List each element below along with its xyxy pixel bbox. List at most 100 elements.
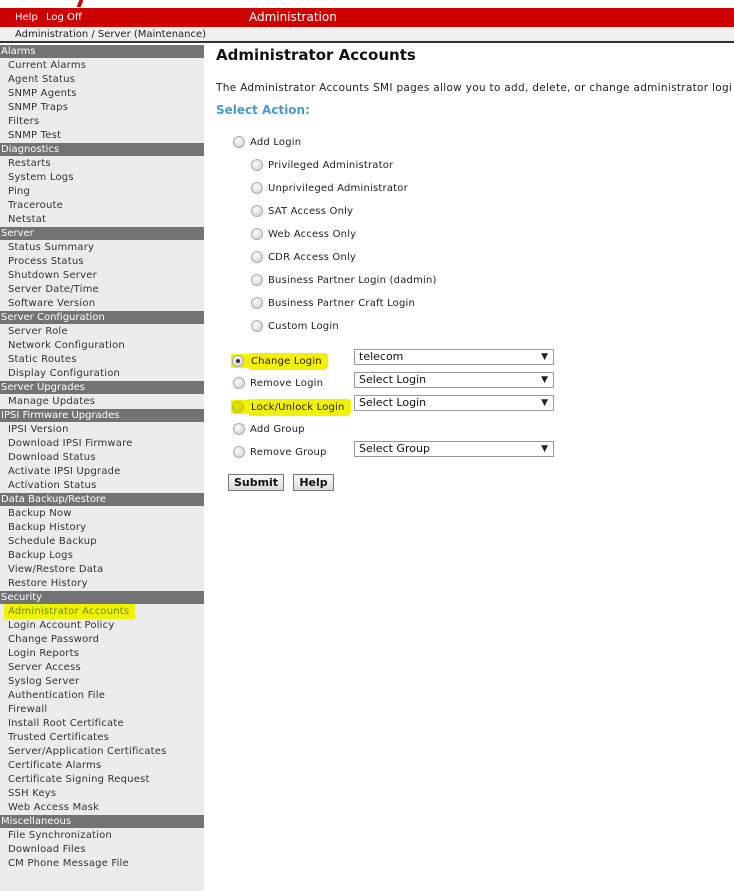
sidebar-item-label: Login Reports — [8, 648, 80, 659]
top-bar: Help Log Off Administration — [0, 8, 734, 27]
sidebar-item-snmp-traps[interactable]: SNMP Traps — [0, 101, 204, 115]
sidebar-item-ssh-keys[interactable]: SSH Keys — [0, 787, 204, 801]
sidebar-item-label: Download Files — [8, 844, 86, 855]
sidebar-item-traceroute[interactable]: Traceroute — [0, 199, 204, 213]
sidebar-item-restore-history[interactable]: Restore History — [0, 577, 204, 591]
sidebar-item-display-configuration[interactable]: Display Configuration — [0, 367, 204, 381]
sidebar-item-label: System Logs — [8, 172, 74, 183]
sidebar-item-label: Server Role — [8, 326, 68, 337]
sidebar-item-download-ipsi-firmware[interactable]: Download IPSI Firmware — [0, 437, 204, 451]
suboption-radio[interactable] — [251, 320, 263, 332]
sidebar-item-ping[interactable]: Ping — [0, 185, 204, 199]
action-radio[interactable] — [233, 446, 245, 458]
help-link[interactable]: Help — [15, 12, 38, 23]
sidebar-item-activate-ipsi-upgrade[interactable]: Activate IPSI Upgrade — [0, 465, 204, 479]
sidebar-item-system-logs[interactable]: System Logs — [0, 171, 204, 185]
suboption-radio[interactable] — [251, 274, 263, 286]
action-option-add-group[interactable]: Add Group — [233, 423, 305, 435]
sidebar-item-snmp-test[interactable]: SNMP Test — [0, 129, 204, 143]
add-login-suboption[interactable]: Unprivileged Administrator — [251, 182, 408, 194]
sidebar-item-restarts[interactable]: Restarts — [0, 157, 204, 171]
sidebar-item-backup-now[interactable]: Backup Now — [0, 507, 204, 521]
sidebar-item-syslog-server[interactable]: Syslog Server — [0, 675, 204, 689]
action-option-change-login[interactable]: Change Login — [231, 352, 328, 370]
sidebar-item-network-configuration[interactable]: Network Configuration — [0, 339, 204, 353]
sidebar-item-certificate-alarms[interactable]: Certificate Alarms — [0, 759, 204, 773]
suboption-radio[interactable] — [251, 182, 263, 194]
action-dropdown[interactable]: Select Login ▼ — [354, 372, 554, 388]
sidebar-item-label: Activation Status — [8, 480, 97, 491]
submit-button[interactable]: Submit — [228, 474, 284, 491]
sidebar-item-authentication-file[interactable]: Authentication File — [0, 689, 204, 703]
add-login-suboption[interactable]: Business Partner Craft Login — [251, 297, 415, 309]
add-login-suboption[interactable]: SAT Access Only — [251, 205, 353, 217]
sidebar-item-agent-status[interactable]: Agent Status — [0, 73, 204, 87]
action-radio[interactable] — [232, 355, 244, 367]
action-option-remove-group[interactable]: Remove Group — [233, 446, 327, 458]
sidebar-item-process-status[interactable]: Process Status — [0, 255, 204, 269]
suboption-radio[interactable] — [251, 159, 263, 171]
action-dropdown[interactable]: Select Group ▼ — [354, 441, 554, 457]
sidebar-item-login-account-policy[interactable]: Login Account Policy — [0, 619, 204, 633]
dropdown-value: Select Group — [359, 442, 430, 455]
sidebar-section-header: Alarms — [0, 45, 204, 58]
sidebar-item-manage-updates[interactable]: Manage Updates — [0, 395, 204, 409]
action-option-lock-unlock-login[interactable]: Lock/Unlock Login — [231, 398, 351, 416]
sidebar-item-view-restore-data[interactable]: View/Restore Data — [0, 563, 204, 577]
add-login-suboption[interactable]: Business Partner Login (dadmin) — [251, 274, 437, 286]
sidebar-item-snmp-agents[interactable]: SNMP Agents — [0, 87, 204, 101]
action-label: Remove Group — [250, 446, 327, 458]
add-login-suboption[interactable]: Custom Login — [251, 320, 339, 332]
sidebar: Alarms Current Alarms Agent Status SNMP Age… — [0, 45, 204, 891]
sidebar-item-server-application-certificates[interactable]: Server/Application Certificates — [0, 745, 204, 759]
sidebar-item-shutdown-server[interactable]: Shutdown Server — [0, 269, 204, 283]
sidebar-item-server-access[interactable]: Server Access — [0, 661, 204, 675]
suboption-radio[interactable] — [251, 205, 263, 217]
add-login-suboption[interactable]: CDR Access Only — [251, 251, 356, 263]
sidebar-item-server-date-time[interactable]: Server Date/Time — [0, 283, 204, 297]
sidebar-item-activation-status[interactable]: Activation Status — [0, 479, 204, 493]
help-button[interactable]: Help — [293, 474, 334, 491]
add-login-option[interactable]: Add Login — [233, 136, 301, 148]
sidebar-item-static-routes[interactable]: Static Routes — [0, 353, 204, 367]
sidebar-item-status-summary[interactable]: Status Summary — [0, 241, 204, 255]
action-dropdown[interactable]: telecom ▼ — [354, 349, 554, 365]
sidebar-item-filters[interactable]: Filters — [0, 115, 204, 129]
sidebar-item-trusted-certificates[interactable]: Trusted Certificates — [0, 731, 204, 745]
sidebar-item-label: SNMP Traps — [8, 102, 69, 113]
sidebar-item-schedule-backup[interactable]: Schedule Backup — [0, 535, 204, 549]
action-label: Add Group — [250, 423, 305, 435]
sidebar-item-certificate-signing-request[interactable]: Certificate Signing Request — [0, 773, 204, 787]
add-login-radio[interactable] — [233, 136, 245, 148]
suboption-radio[interactable] — [251, 297, 263, 309]
sidebar-item-download-status[interactable]: Download Status — [0, 451, 204, 465]
action-dropdown[interactable]: Select Login ▼ — [354, 395, 554, 411]
sidebar-item-backup-logs[interactable]: Backup Logs — [0, 549, 204, 563]
sidebar-item-backup-history[interactable]: Backup History — [0, 521, 204, 535]
action-radio[interactable] — [233, 377, 245, 389]
sidebar-item-netstat[interactable]: Netstat — [0, 213, 204, 227]
sidebar-item-cm-phone-message-file[interactable]: CM Phone Message File — [0, 857, 204, 871]
select-action-label: Select Action: — [216, 103, 310, 117]
suboption-radio[interactable] — [251, 251, 263, 263]
sidebar-item-server-role[interactable]: Server Role — [0, 325, 204, 339]
sidebar-item-install-root-certificate[interactable]: Install Root Certificate — [0, 717, 204, 731]
sidebar-item-administrator-accounts[interactable]: Administrator Accounts — [0, 604, 204, 619]
sidebar-item-label: SSH Keys — [8, 788, 57, 799]
log-off-link[interactable]: Log Off — [46, 12, 82, 23]
action-radio[interactable] — [232, 401, 244, 413]
sidebar-item-file-synchronization[interactable]: File Synchronization — [0, 829, 204, 843]
sidebar-item-change-password[interactable]: Change Password — [0, 633, 204, 647]
sidebar-item-login-reports[interactable]: Login Reports — [0, 647, 204, 661]
sidebar-item-current-alarms[interactable]: Current Alarms — [0, 59, 204, 73]
add-login-suboption[interactable]: Privileged Administrator — [251, 159, 393, 171]
sidebar-item-web-access-mask[interactable]: Web Access Mask — [0, 801, 204, 815]
add-login-suboption[interactable]: Web Access Only — [251, 228, 356, 240]
sidebar-item-ipsi-version[interactable]: IPSI Version — [0, 423, 204, 437]
action-radio[interactable] — [233, 423, 245, 435]
sidebar-item-download-files[interactable]: Download Files — [0, 843, 204, 857]
sidebar-item-firewall[interactable]: Firewall — [0, 703, 204, 717]
suboption-radio[interactable] — [251, 228, 263, 240]
sidebar-item-software-version[interactable]: Software Version — [0, 297, 204, 311]
action-option-remove-login[interactable]: Remove Login — [233, 377, 323, 389]
